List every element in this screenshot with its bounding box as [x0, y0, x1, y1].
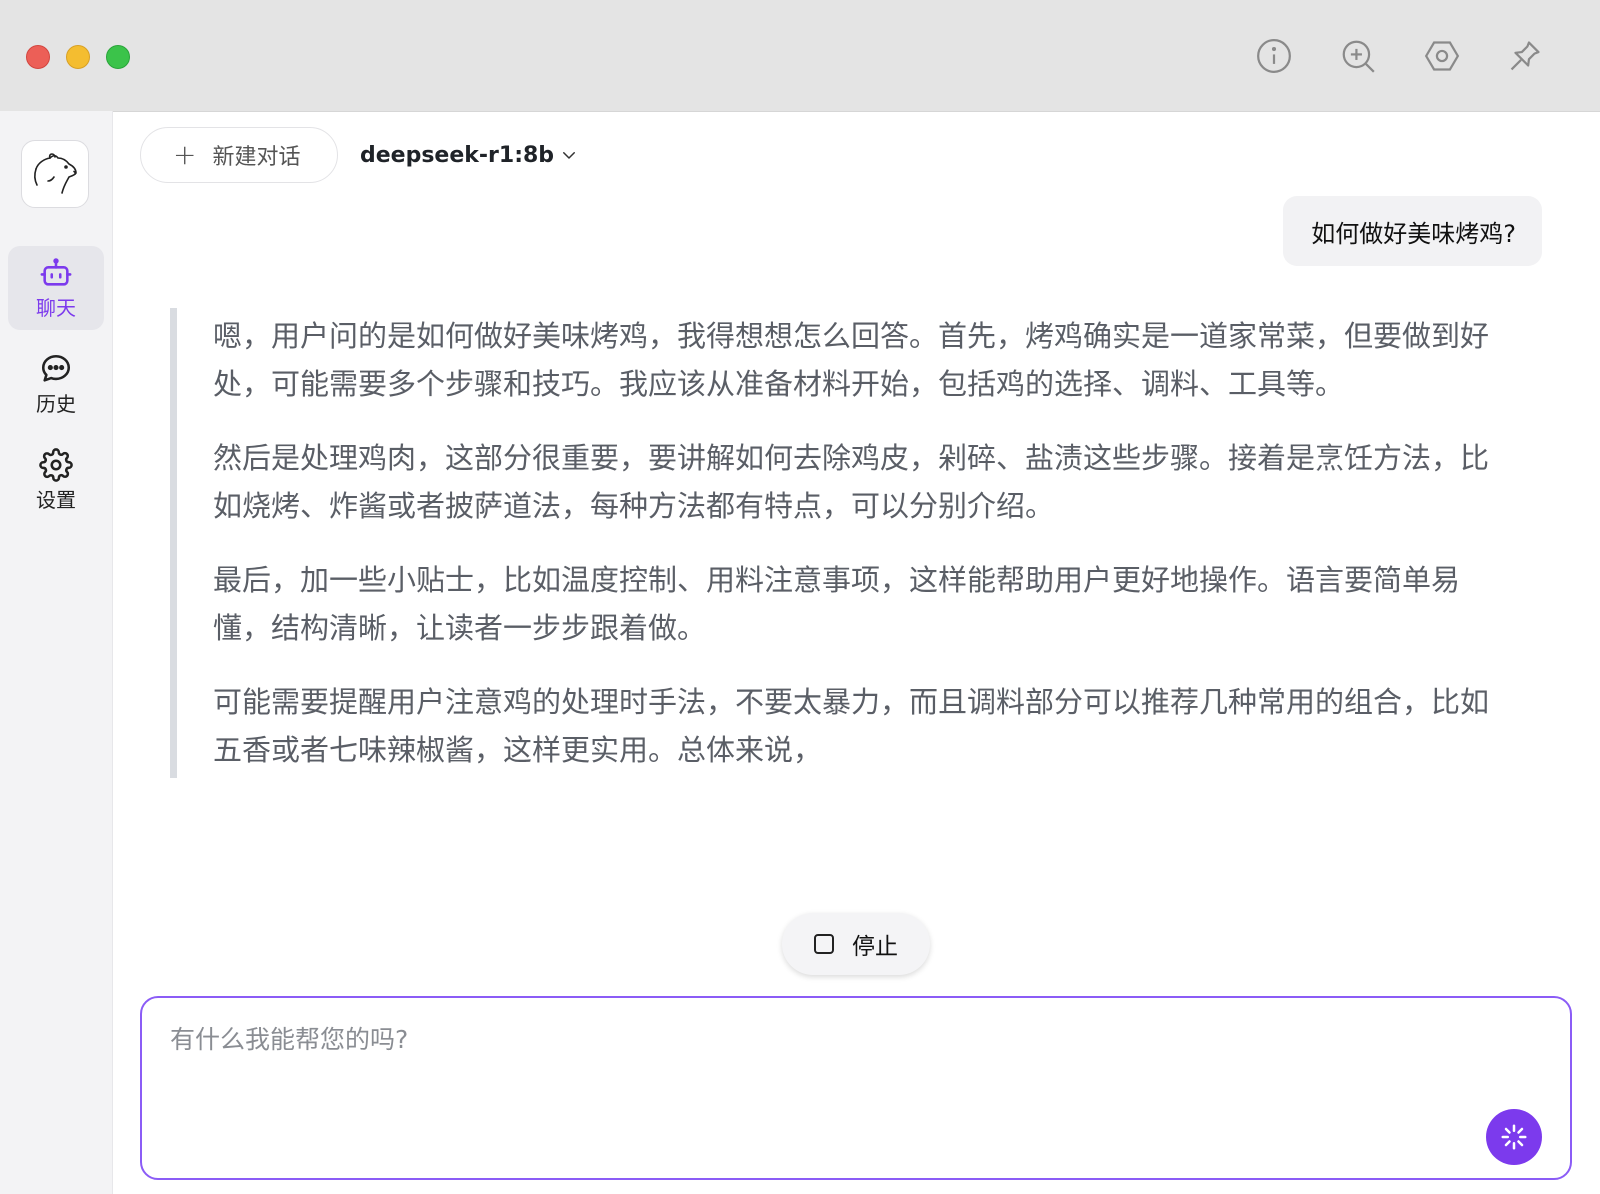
loading-spinner-icon	[1501, 1124, 1527, 1150]
message-input-container	[140, 996, 1572, 1180]
chevron-down-icon	[563, 152, 576, 159]
stop-square-icon	[814, 934, 834, 954]
reasoning-paragraph: 然后是处理鸡肉，这部分很重要，要讲解如何去除鸡皮，剁碎、盐渍这些步骤。接着是烹饪…	[213, 441, 1490, 523]
model-selector[interactable]: deepseek-r1:8b	[360, 138, 578, 172]
pin-icon	[1510, 41, 1540, 71]
gear-icon	[39, 448, 73, 482]
reasoning-paragraph: 嗯，用户问的是如何做好美味烤鸡，我得想想怎么回答。首先，烤鸡确实是一道家常菜，但…	[213, 319, 1490, 401]
zoom-in-button[interactable]	[1336, 34, 1380, 78]
hexagon-settings-button[interactable]	[1420, 34, 1464, 78]
sidebar-item-label: 聊天	[36, 296, 76, 320]
app-logo	[21, 140, 89, 208]
sidebar-item-settings[interactable]: 设置	[8, 438, 104, 522]
chat-bubble-icon	[41, 354, 71, 382]
minimize-window-button[interactable]	[66, 45, 90, 69]
bear-logo-icon	[34, 153, 77, 194]
plus-icon: +	[173, 138, 197, 171]
maximize-window-button[interactable]	[106, 45, 130, 69]
reasoning-block: 嗯，用户问的是如何做好美味烤鸡，我得想想怎么回答。首先，烤鸡确实是一道家常菜，但…	[170, 308, 1490, 778]
sidebar-item-label: 历史	[36, 392, 76, 416]
model-name: deepseek-r1:8b	[360, 142, 555, 168]
reasoning-paragraph: 最后，加一些小贴士，比如温度控制、用料注意事项，这样能帮助用户更好地操作。语言要…	[213, 563, 1461, 645]
app-window: 聊天 历史 设置 + 新建对话 deepseek-r1:8b 如何做好美味烤鸡?…	[0, 0, 1600, 1194]
zoom-in-icon	[1342, 40, 1375, 73]
message-input[interactable]	[168, 1018, 1472, 1162]
user-message-bubble: 如何做好美味烤鸡?	[1283, 196, 1542, 266]
stop-generation-button[interactable]: 停止	[782, 913, 930, 975]
new-chat-button[interactable]: + 新建对话	[140, 127, 338, 183]
sidebar-item-chat[interactable]: 聊天	[8, 246, 104, 330]
user-message-text: 如何做好美味烤鸡?	[1311, 219, 1516, 248]
title-bar	[0, 0, 1600, 112]
send-loading-button[interactable]	[1486, 1109, 1542, 1165]
hexagon-settings-icon	[1424, 41, 1460, 71]
pin-button[interactable]	[1503, 34, 1547, 78]
stop-label: 停止	[852, 934, 898, 960]
new-chat-label: 新建对话	[212, 145, 301, 170]
sidebar-item-history[interactable]: 历史	[8, 342, 104, 426]
reasoning-paragraph: 可能需要提醒用户注意鸡的处理时手法，不要太暴力，而且调料部分可以推荐几种常用的组…	[213, 685, 1490, 767]
sidebar: 聊天 历史 设置	[0, 111, 113, 1194]
sidebar-item-label: 设置	[36, 488, 76, 512]
robot-icon	[40, 258, 72, 286]
close-window-button[interactable]	[26, 45, 50, 69]
info-button[interactable]	[1252, 34, 1296, 78]
info-icon	[1257, 39, 1291, 73]
